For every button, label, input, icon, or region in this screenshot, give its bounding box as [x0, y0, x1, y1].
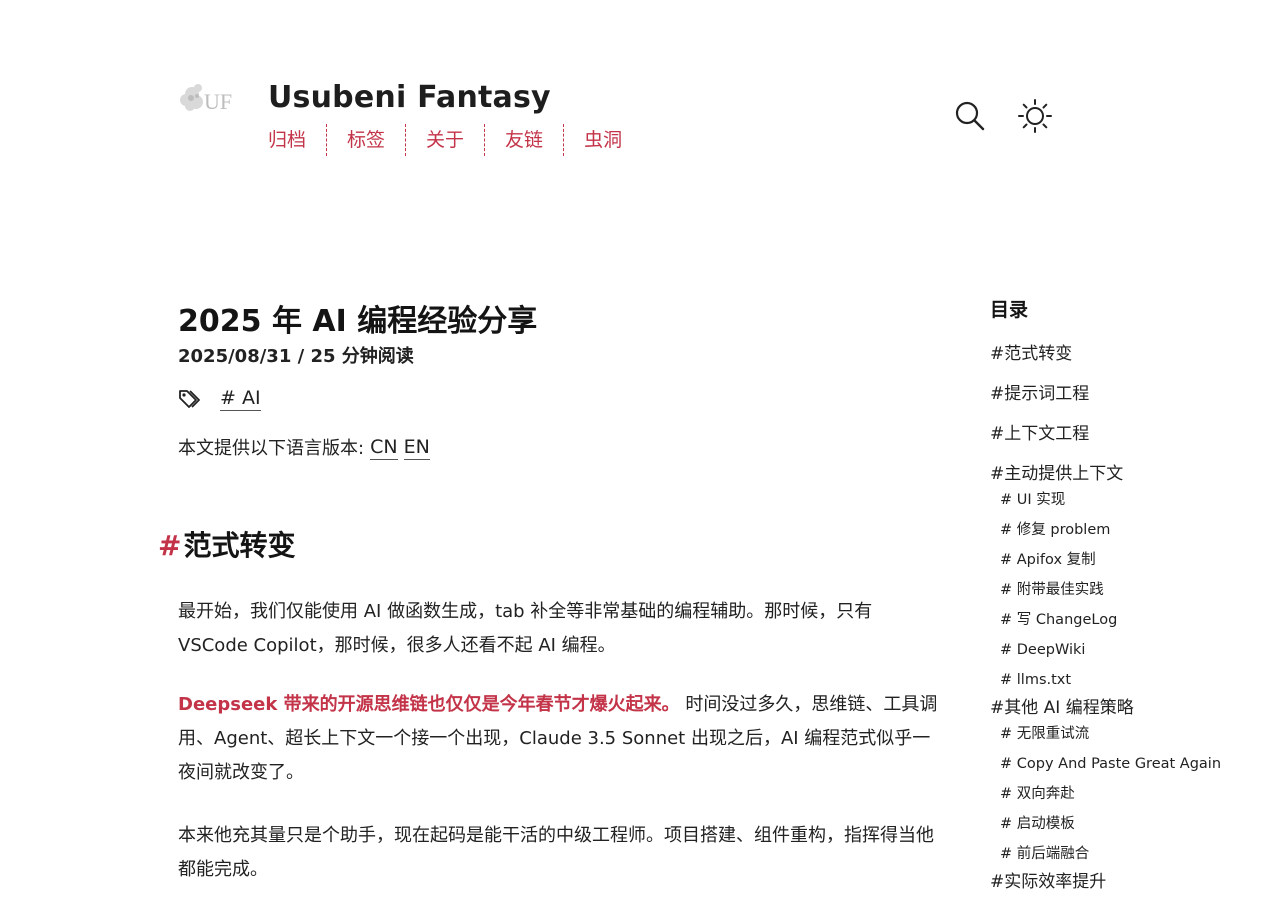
toc-link[interactable]: #实际效率提升 [990, 872, 1106, 892]
page: UF Usubeni Fantasy 归档 标签 关于 友链 虫洞 2025 年… [0, 0, 1284, 916]
toc-sublink[interactable]: # UI 实现 [1000, 492, 1065, 508]
highlight-text: Deepseek 带来的开源思维链也仅仅是今年春节才爆火起来。 [178, 694, 680, 715]
section-heading: #范式转变 [158, 524, 295, 564]
toc-item: #提示词工程 [990, 382, 1280, 406]
toc-title: 目录 [990, 299, 1029, 321]
language-versions: 本文提供以下语言版本: CN EN [178, 434, 430, 460]
nav-tags[interactable]: 标签 [326, 124, 405, 156]
nav-about[interactable]: 关于 [405, 124, 484, 156]
section-anchor[interactable]: # [158, 529, 181, 562]
toc-sublink[interactable]: # 修复 problem [1000, 522, 1110, 538]
paragraph-1: 最开始，我们仅能使用 AI 做函数生成，tab 补全等非常基础的编程辅助。那时候… [178, 601, 873, 656]
toc-sublink[interactable]: # 前后端融合 [1000, 846, 1089, 862]
search-icon [955, 101, 985, 131]
lang-en-link[interactable]: EN [403, 435, 430, 460]
lang-cn-link[interactable]: CN [370, 435, 398, 460]
nav-archive[interactable]: 归档 [268, 124, 326, 156]
language-label: 本文提供以下语言版本: [178, 438, 365, 459]
logo-flower-icon: UF [180, 84, 232, 114]
theme-toggle-button[interactable] [1017, 98, 1053, 134]
logo-text: UF [204, 89, 232, 114]
tags-icon [179, 389, 200, 408]
article-tags: # AI [178, 386, 261, 411]
toc-sublink[interactable]: # 写 ChangeLog [1000, 612, 1117, 628]
toc-subitem: # 双向奔赴 [1000, 784, 1280, 804]
toc-subitem: # 修复 problem [1000, 520, 1280, 540]
section-title: 范式转变 [183, 529, 296, 562]
sun-icon [1018, 99, 1052, 133]
main-nav: 归档 标签 关于 友链 虫洞 [268, 124, 642, 156]
paragraph-3: 本来他充其量只是个助手，现在起码是能干活的中级工程师。项目搭建、组件重构，指挥得… [178, 825, 934, 880]
nav-wormhole[interactable]: 虫洞 [563, 124, 642, 156]
paragraph-2: Deepseek 带来的开源思维链也仅仅是今年春节才爆火起来。 时间没过多久，思… [178, 688, 946, 790]
toc-sublink[interactable]: # 附带最佳实践 [1000, 582, 1104, 598]
toc-sublink[interactable]: # DeepWiki [1000, 642, 1085, 658]
table-of-contents: 目录 #范式转变 #提示词工程 #上下文工程 #主动提供上下文 # UI 实现 … [990, 296, 1280, 910]
toc-subitem: # UI 实现 [1000, 490, 1280, 510]
tag-ai[interactable]: # AI [220, 386, 261, 411]
toc-subitem: # 写 ChangeLog [1000, 610, 1280, 630]
toc-item: #主动提供上下文 # UI 实现 # 修复 problem # Apifox 复… [990, 462, 1280, 690]
toc-sublist: # UI 实现 # 修复 problem # Apifox 复制 # 附带最佳实… [1000, 490, 1280, 690]
site-logo[interactable]: UF [178, 78, 240, 118]
toc-subitem: # 附带最佳实践 [1000, 580, 1280, 600]
toc-link[interactable]: #上下文工程 [990, 424, 1089, 444]
article-meta: 2025/08/31 / 25 分钟阅读 [178, 346, 414, 367]
toc-subitem: # llms.txt [1000, 670, 1280, 690]
toc-subitem: # Copy And Paste Great Again [1000, 754, 1280, 774]
article-title: 2025 年 AI 编程经验分享 [178, 304, 538, 339]
toc-sublink[interactable]: # 无限重试流 [1000, 726, 1089, 742]
toc-link[interactable]: #提示词工程 [990, 384, 1089, 404]
toc-sublink[interactable]: # Apifox 复制 [1000, 552, 1096, 568]
toc-item: #实际效率提升 [990, 870, 1280, 894]
toc-sublink[interactable]: # 启动模板 [1000, 816, 1075, 832]
toc-item: #范式转变 [990, 342, 1280, 366]
search-button[interactable] [952, 98, 988, 134]
toc-sublink[interactable]: # Copy And Paste Great Again [1000, 756, 1221, 772]
toc-sublink[interactable]: # 双向奔赴 [1000, 786, 1075, 802]
toc-subitem: # DeepWiki [1000, 640, 1280, 660]
toc-link[interactable]: #主动提供上下文 [990, 464, 1123, 484]
toc-subitem: # Apifox 复制 [1000, 550, 1280, 570]
toc-list: #范式转变 #提示词工程 #上下文工程 #主动提供上下文 # UI 实现 # 修… [990, 342, 1280, 894]
site-title[interactable]: Usubeni Fantasy [268, 80, 551, 115]
toc-sublist: # 无限重试流 # Copy And Paste Great Again # 双… [1000, 724, 1280, 864]
nav-friends[interactable]: 友链 [484, 124, 563, 156]
toc-link[interactable]: #其他 AI 编程策略 [990, 698, 1134, 718]
toc-subitem: # 前后端融合 [1000, 844, 1280, 864]
toc-sublink[interactable]: # llms.txt [1000, 672, 1071, 688]
toc-item: #其他 AI 编程策略 # 无限重试流 # Copy And Paste Gre… [990, 696, 1280, 864]
toc-item: #上下文工程 [990, 422, 1280, 446]
toc-subitem: # 无限重试流 [1000, 724, 1280, 744]
toc-subitem: # 启动模板 [1000, 814, 1280, 834]
toc-link[interactable]: #范式转变 [990, 344, 1072, 364]
